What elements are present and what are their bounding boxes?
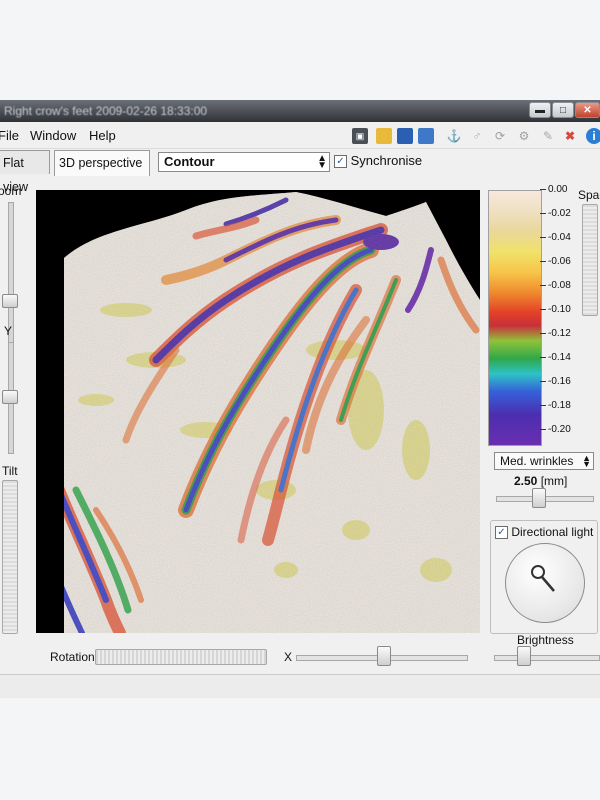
zoom-slider-handle[interactable] <box>2 294 18 308</box>
brightness-slider[interactable] <box>494 655 600 661</box>
tick-label: -0.18 <box>540 400 571 411</box>
main-window: Right crow's feet 2009-02-26 18:33:00 ▬ … <box>0 100 600 698</box>
rotation-slider[interactable] <box>95 649 267 665</box>
mode-select-value: Contour <box>164 154 215 169</box>
tick-label: -0.02 <box>540 208 571 219</box>
close-button[interactable]: ✕ <box>575 102 600 118</box>
directional-light-label: Directional light <box>511 525 594 539</box>
tab-flat-view[interactable]: Flat view <box>0 150 50 194</box>
save-icon[interactable] <box>397 128 413 144</box>
filter-size-slider-handle[interactable] <box>532 488 546 508</box>
menu-file[interactable]: File <box>0 128 19 143</box>
tilt-slider[interactable] <box>2 480 18 634</box>
3d-surface-view[interactable] <box>36 190 480 633</box>
y-label: Y <box>4 324 13 338</box>
wrinkle-filter-value: Med. wrinkles <box>500 454 574 468</box>
rotate-icon[interactable]: ⟳ <box>492 128 508 144</box>
window-title: Right crow's feet 2009-02-26 18:33:00 <box>4 104 208 118</box>
anchor-icon[interactable]: ⚓ <box>446 128 462 144</box>
color-scale-ticks: 0.00 -0.02 -0.04 -0.06 -0.08 -0.10 -0.12… <box>540 184 580 444</box>
spacing-label: Spac <box>578 188 600 202</box>
chevron-updown-icon: ▲ ▼ <box>317 153 327 171</box>
zoom-label: oom <box>0 184 22 198</box>
color-scale-bar <box>488 190 542 446</box>
wrinkle-contour-render <box>64 192 480 633</box>
tick-label: -0.14 <box>540 352 571 363</box>
y-slider-handle[interactable] <box>2 390 18 404</box>
chevron-updown-icon: ▲ ▼ <box>582 453 591 469</box>
clapper-icon[interactable]: ▣ <box>352 128 368 144</box>
status-bar <box>0 674 600 698</box>
menu-bar: File Window Help <box>0 122 600 149</box>
synchronise-checkbox[interactable]: ✓ Synchronise <box>334 153 423 169</box>
filter-size-value: 2.50 <box>514 474 538 488</box>
filter-size-readout: 2.50 [mm] <box>514 474 567 488</box>
synchronise-label: Synchronise <box>350 153 423 168</box>
left-controls: oom Y Tilt <box>0 182 22 642</box>
pin-icon[interactable]: ♂ <box>469 128 485 144</box>
maximize-button[interactable]: □ <box>552 102 574 118</box>
x-label: X <box>284 650 293 664</box>
tick-label: -0.16 <box>540 376 571 387</box>
gear-icon[interactable]: ⚙ <box>516 128 532 144</box>
light-handle-icon <box>531 565 555 592</box>
minimize-button[interactable]: ▬ <box>529 102 551 118</box>
pencil-icon[interactable]: ✎ <box>540 128 556 144</box>
brightness-label: Brightness <box>517 633 574 647</box>
rotation-label: Rotation <box>50 650 95 664</box>
tick-label: -0.06 <box>540 256 571 267</box>
delete-x-icon[interactable]: ✖ <box>562 128 578 144</box>
menu-help[interactable]: Help <box>89 128 116 143</box>
tick-label: -0.10 <box>540 304 571 315</box>
check-icon: ✓ <box>495 526 508 540</box>
tick-label: -0.08 <box>540 280 571 291</box>
info-icon[interactable]: i <box>586 128 600 144</box>
brightness-slider-handle[interactable] <box>517 646 531 666</box>
directional-light-checkbox[interactable]: ✓ Directional light <box>495 525 594 540</box>
tick-label: -0.20 <box>540 424 571 435</box>
tick-label: -0.04 <box>540 232 571 243</box>
x-slider-handle[interactable] <box>377 646 391 666</box>
mode-select[interactable]: Contour ▲ ▼ <box>158 152 330 172</box>
spacing-slider[interactable] <box>582 204 598 316</box>
check-icon: ✓ <box>334 155 347 169</box>
tick-label: -0.12 <box>540 328 571 339</box>
directional-light-group: ✓ Directional light <box>490 520 598 634</box>
tick-label: 0.00 <box>540 184 567 195</box>
open-folder-icon[interactable] <box>376 128 392 144</box>
filter-size-unit: [mm] <box>540 474 568 488</box>
tilt-label: Tilt <box>2 464 18 478</box>
save-all-icon[interactable] <box>418 128 434 144</box>
title-bar: Right crow's feet 2009-02-26 18:33:00 ▬ … <box>0 100 600 122</box>
menu-window[interactable]: Window <box>30 128 76 143</box>
tab-3d-perspective[interactable]: 3D perspective <box>54 150 150 176</box>
wrinkle-filter-select[interactable]: Med. wrinkles ▲ ▼ <box>494 452 594 470</box>
light-direction-dial[interactable] <box>505 543 585 623</box>
